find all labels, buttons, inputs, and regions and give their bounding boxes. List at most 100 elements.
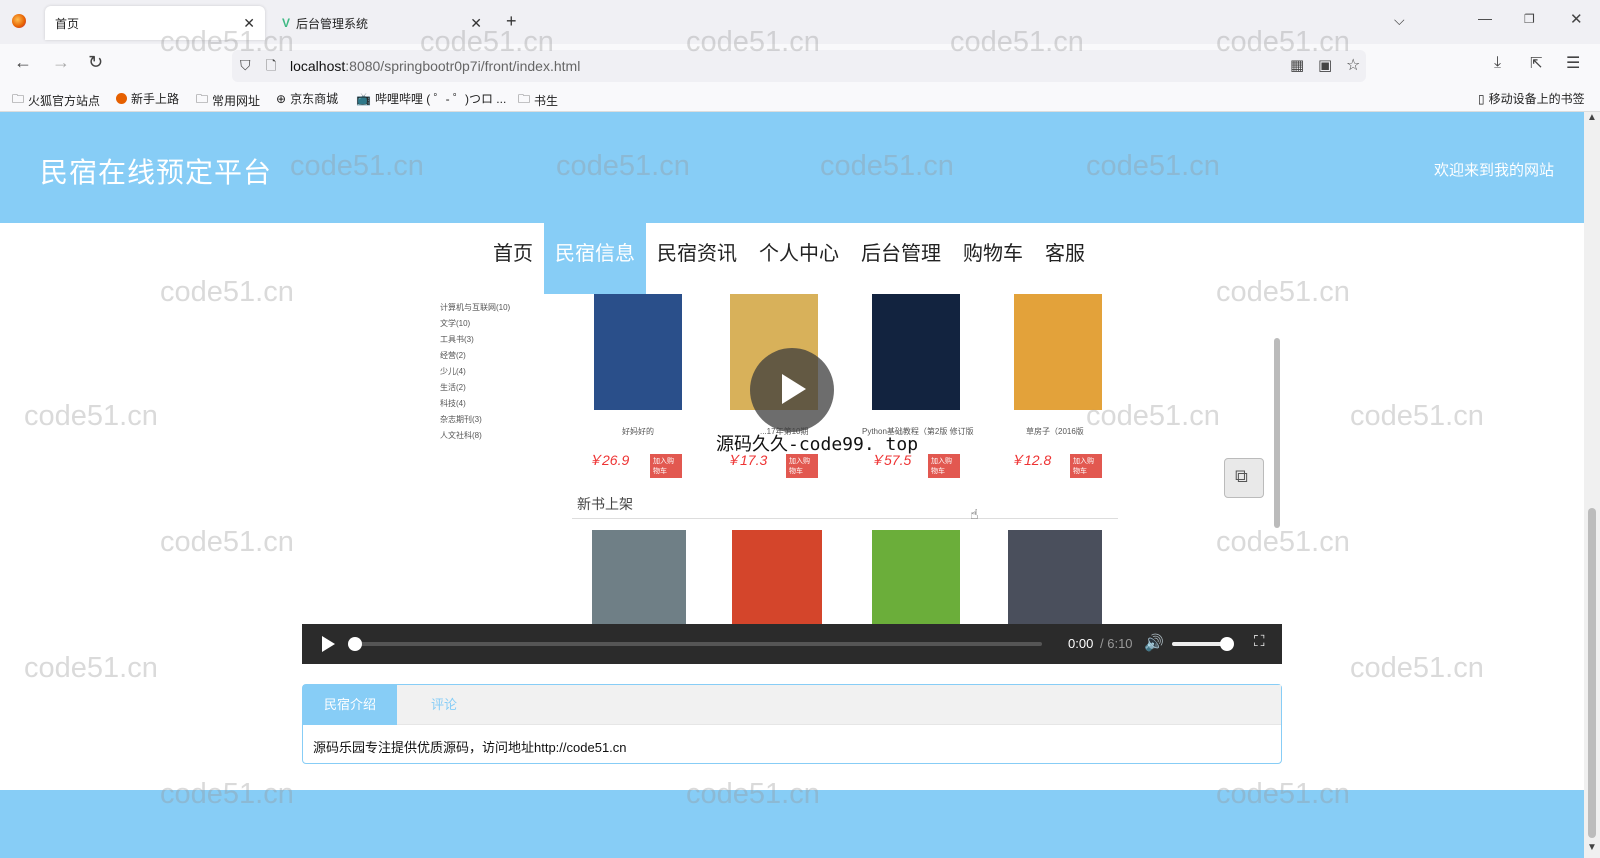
bookmark-shusheng[interactable]: 🗀 书生 — [518, 90, 558, 111]
download-icon[interactable]: ⤓ — [1494, 54, 1501, 72]
play-icon[interactable] — [322, 636, 335, 652]
volume-icon[interactable]: 🔊 — [1144, 633, 1164, 653]
category-item: 文学(10) — [440, 319, 471, 328]
book-price: ￥26.9 — [588, 452, 630, 468]
tab-comments[interactable]: 评论 — [397, 685, 491, 725]
tab-header: 民宿介绍 评论 — [303, 685, 1281, 725]
cursor-icon: ☝ — [970, 506, 979, 522]
progress-track[interactable] — [348, 637, 1042, 651]
add-to-cart-button: 加入购物车 — [928, 454, 960, 478]
book-card: 好妈好的 ￥26.9 加入购物车 — [588, 294, 682, 478]
url-bar[interactable]: ⛉ 🗋 localhost:8080/springbootr0p7i/front… — [232, 50, 1366, 82]
forward-icon[interactable]: → — [52, 52, 70, 73]
menu-icon[interactable]: ☰ — [1566, 53, 1580, 73]
watermark: code51.cn — [1350, 652, 1484, 684]
category-item: 计算机与互联网(10) — [440, 303, 511, 312]
time-current: 0:00 — [1068, 636, 1094, 651]
category-item: 科技(4) — [440, 399, 466, 408]
bookmark-getting-started[interactable]: 新手上路 — [116, 90, 179, 107]
site-title: 民宿在线预定平台 — [40, 157, 273, 188]
bookmark-label: 京东商城 — [290, 92, 339, 106]
bookmark-label: 火狐官方站点 — [28, 94, 101, 108]
close-icon[interactable]: ✕ — [243, 15, 255, 32]
main-nav: 首页 民宿信息 民宿资讯 个人中心 后台管理 购物车 客服 — [482, 223, 1096, 294]
category-item: 杂志期刊(3) — [440, 415, 482, 424]
fullscreen-icon[interactable]: ⛶ — [1254, 633, 1265, 650]
url-path: :8080/springbootr0p7i/front/index.html — [345, 58, 581, 74]
bookmark-label: 书生 — [534, 94, 559, 108]
category-item: 人文社科(8) — [440, 431, 482, 440]
close-icon[interactable]: ✕ — [470, 15, 482, 32]
restore-icon[interactable]: ❐ — [1524, 12, 1535, 26]
section-title: 新书上架 — [577, 496, 633, 512]
watermark: code51.cn — [160, 276, 294, 308]
scroll-up-icon[interactable]: ▲ — [1587, 112, 1597, 123]
volume-handle[interactable] — [1220, 637, 1234, 651]
watermark: code51.cn — [24, 652, 158, 684]
bookmark-label: 新手上路 — [131, 92, 180, 106]
category-item: 经营(2) — [440, 351, 466, 360]
bookmark-common-sites[interactable]: 🗀 常用网址 — [196, 90, 260, 111]
add-to-cart-button: 加入购物车 — [650, 454, 682, 478]
nav-item-homestay-news[interactable]: 民宿资讯 — [646, 223, 748, 294]
book-name: 草房子（2016版 — [1026, 427, 1084, 436]
tab-home[interactable]: 首页 ✕ — [45, 6, 265, 40]
firefox-icon[interactable] — [12, 14, 26, 28]
bookmark-mobile[interactable]: ▯ 移动设备上的书签 — [1478, 90, 1585, 107]
book-cover — [594, 294, 682, 410]
nav-item-admin[interactable]: 后台管理 — [850, 223, 952, 294]
star-icon[interactable]: ☆ — [1346, 55, 1360, 75]
bookmark-label: 哔哩哔哩 ( ゜- ゜)つロ ... — [374, 92, 507, 106]
category-item: 少儿(4) — [440, 367, 466, 376]
scroll-down-icon[interactable]: ▼ — [1587, 842, 1597, 853]
book-price: ￥12.8 — [1010, 452, 1052, 468]
time-total: / 6:10 — [1100, 636, 1133, 651]
picture-in-picture-button[interactable]: ⧉ — [1224, 458, 1264, 498]
reload-icon[interactable]: ↻ — [88, 52, 103, 73]
firefox-icon — [116, 93, 127, 104]
url-text[interactable]: localhost:8080/springbootr0p7i/front/ind… — [290, 58, 580, 74]
chevron-down-icon[interactable]: ⌵ — [1394, 12, 1405, 29]
book-name: 好妈好的 — [622, 427, 654, 436]
shield-icon[interactable]: ⛉ — [240, 57, 251, 74]
progress-handle[interactable] — [348, 637, 362, 651]
extensions-icon[interactable]: ⇱ — [1530, 54, 1543, 72]
mobile-icon: ▯ — [1478, 91, 1485, 106]
divider — [572, 518, 1118, 519]
page-icon: 🗋 — [266, 58, 277, 73]
watermark: code51.cn — [1350, 400, 1484, 432]
nav-item-service[interactable]: 客服 — [1034, 223, 1096, 294]
window-close-icon[interactable]: ✕ — [1570, 10, 1583, 28]
tab-content: 源码乐园专注提供优质源码，访问地址http://code51.cn — [313, 740, 627, 755]
volume-slider[interactable] — [1172, 637, 1234, 651]
bookmark-bilibili[interactable]: 📺 哔哩哔哩 ( ゜- ゜)つロ ... — [356, 90, 506, 107]
add-to-cart-button: 加入购物车 — [1070, 454, 1102, 478]
nav-item-home[interactable]: 首页 — [482, 223, 544, 294]
bookmark-label: 移动设备上的书签 — [1488, 92, 1585, 106]
bookmark-firefox-site[interactable]: 🗀 火狐官方站点 — [12, 90, 100, 111]
nav-item-homestay-info[interactable]: 民宿信息 — [544, 223, 646, 294]
minimize-icon[interactable]: — — [1478, 10, 1492, 26]
new-tab-button[interactable]: + — [506, 11, 517, 32]
folder-icon: 🗀 — [12, 92, 25, 106]
video-scrollbar[interactable] — [1274, 338, 1280, 528]
folder-icon: 🗀 — [196, 92, 209, 106]
bookmark-jd[interactable]: ⊕ 京东商城 — [276, 90, 338, 107]
back-icon[interactable]: ← — [14, 52, 32, 73]
detail-tab-panel: 民宿介绍 评论 源码乐园专注提供优质源码，访问地址http://code51.c… — [302, 684, 1282, 764]
category-item: 生活(2) — [440, 383, 466, 392]
play-overlay-button[interactable] — [750, 348, 834, 432]
book-card: 草房子（2016版 ￥12.8 加入购物车 — [1010, 294, 1102, 478]
nav-item-cart[interactable]: 购物车 — [952, 223, 1034, 294]
tab-admin[interactable]: V 后台管理系统 ✕ — [272, 6, 492, 40]
qr-code-icon[interactable]: ▦ — [1290, 56, 1304, 74]
scroll-thumb[interactable] — [1588, 508, 1596, 838]
video-player[interactable]: 计算机与互联网(10) 文学(10) 工具书(3) 经营(2) 少儿(4) 生活… — [302, 294, 1282, 664]
nav-item-personal-center[interactable]: 个人中心 — [748, 223, 850, 294]
welcome-text: 欢迎来到我的网站 — [1433, 162, 1554, 179]
reader-view-icon[interactable]: ▣ — [1318, 56, 1332, 74]
tab-title: 后台管理系统 — [296, 16, 369, 31]
tab-title: 首页 — [55, 16, 80, 31]
page-scrollbar[interactable]: ▲ ▼ — [1584, 112, 1600, 858]
tab-homestay-intro[interactable]: 民宿介绍 — [303, 685, 397, 725]
